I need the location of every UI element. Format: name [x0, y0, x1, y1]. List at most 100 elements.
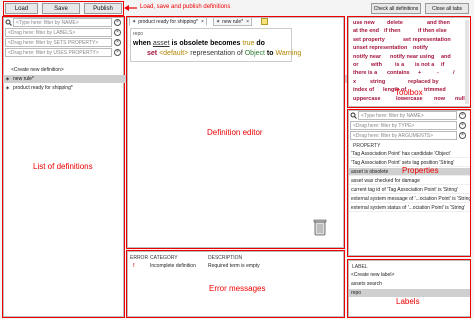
- clear-type-filter-icon[interactable]: ×: [459, 122, 466, 129]
- rule-set-line: set <default> representation of Object t…: [147, 50, 301, 57]
- toolbox-keyword[interactable]: x: [353, 79, 356, 85]
- toolbox-keyword[interactable]: contains: [387, 70, 410, 76]
- label-item[interactable]: repo: [349, 289, 470, 297]
- kw-set: set: [147, 50, 158, 57]
- close-tab-icon[interactable]: ×: [246, 19, 249, 25]
- property-name-filter[interactable]: <Type here: filter by NAME>: [358, 111, 457, 120]
- toolbox-keyword[interactable]: +: [418, 70, 421, 76]
- sets-property-filter[interactable]: <Drag here: filter by SETS PROPERTY>: [5, 38, 112, 47]
- definition-item-label: product ready for shipping*: [13, 85, 73, 91]
- close-all-tabs-button[interactable]: Close all tabs: [425, 3, 469, 14]
- toolbox-keyword[interactable]: notify near: [353, 54, 381, 60]
- toolbox-keyword[interactable]: unset representation: [353, 45, 407, 51]
- toolbox-keyword[interactable]: replaced by: [408, 79, 439, 85]
- properties-annotation: Properties: [402, 166, 439, 175]
- term-default[interactable]: <default>: [159, 50, 188, 57]
- clear-arguments-filter-icon[interactable]: ×: [459, 132, 466, 139]
- rule-icon: ✶: [5, 85, 11, 92]
- term-asset[interactable]: asset: [153, 40, 170, 47]
- toolbox-keyword[interactable]: string: [370, 79, 385, 85]
- toolbox-keyword[interactable]: /: [453, 70, 455, 76]
- labels-filter[interactable]: <Drag here: filter by LABELS>: [5, 28, 112, 37]
- kw-when: when: [133, 40, 151, 47]
- labels-annotation: Labels: [396, 297, 420, 306]
- toolbox-keyword[interactable]: if then: [384, 28, 401, 34]
- toolbox-keyword[interactable]: use new: [353, 20, 375, 26]
- error-category: Incomplete definition: [150, 263, 196, 269]
- property-item[interactable]: external system status of '...ociation P…: [349, 204, 470, 212]
- new-tab-icon[interactable]: [261, 18, 268, 25]
- toolbox-keyword[interactable]: notify near using: [390, 54, 434, 60]
- property-column-header[interactable]: PROPERTY: [353, 143, 380, 149]
- toolbox-keyword[interactable]: is a: [395, 62, 404, 68]
- label-column-header[interactable]: LABEL: [352, 264, 368, 270]
- rule-when-line: when asset is obsolete becomes true do: [133, 40, 265, 47]
- clear-property-name-filter-icon[interactable]: ×: [459, 112, 466, 119]
- tab-new-rule[interactable]: ✶ new rule* ×: [213, 17, 252, 26]
- close-tab-icon[interactable]: ×: [201, 19, 204, 25]
- term-representation-of[interactable]: representation of: [190, 50, 243, 57]
- toolbox-keyword[interactable]: at the end: [353, 28, 379, 34]
- toolbar-annotation: Load, save and publish definitions: [140, 4, 231, 10]
- tab-label: product ready for shipping*: [138, 18, 198, 25]
- uses-property-filter[interactable]: <Drag here: filter by USES PROPERTY>: [5, 48, 112, 57]
- kw-do: do: [256, 40, 265, 47]
- toolbox-keyword[interactable]: if then else: [418, 28, 447, 34]
- tab-label: new rule*: [222, 18, 244, 25]
- category-column-header[interactable]: CATEGORY: [150, 255, 178, 261]
- toolbox-keyword[interactable]: and then: [427, 20, 450, 26]
- label-item[interactable]: assets search: [349, 280, 470, 288]
- save-button[interactable]: Save: [42, 3, 80, 14]
- arrow-left-icon: [124, 5, 137, 11]
- kw-to: to: [266, 50, 274, 57]
- term-object[interactable]: Object: [245, 50, 265, 57]
- rule-icon: ✶: [5, 76, 11, 83]
- error-column-header[interactable]: ERROR: [130, 255, 148, 261]
- editor-annotation: Definition editor: [207, 128, 263, 137]
- toolbox-keyword[interactable]: null: [455, 96, 465, 102]
- toolbox-keyword[interactable]: with: [371, 62, 382, 68]
- property-item[interactable]: asset was checked for damage: [349, 177, 470, 185]
- error-description: Required term is empty: [208, 263, 260, 269]
- clear-sets-property-filter-icon[interactable]: ×: [114, 39, 121, 46]
- create-label-item[interactable]: <Create new label>: [349, 271, 470, 279]
- tab-product-ready[interactable]: ✶ product ready for shipping* ×: [129, 17, 207, 26]
- toolbox-keyword[interactable]: now: [434, 96, 445, 102]
- search-icon: [350, 112, 357, 119]
- load-button[interactable]: Load: [5, 3, 38, 14]
- toolbox-scrollbar[interactable]: [465, 20, 469, 104]
- error-row[interactable]: ! Incomplete definition Required term is…: [129, 262, 341, 270]
- toolbox-keyword[interactable]: or: [353, 62, 359, 68]
- clear-labels-filter-icon[interactable]: ×: [114, 29, 121, 36]
- toolbox-keyword[interactable]: set representation: [403, 37, 451, 43]
- property-item[interactable]: external system message of '...ociation …: [349, 195, 470, 203]
- value-true[interactable]: true: [242, 40, 254, 47]
- value-warning[interactable]: Warning: [275, 50, 301, 57]
- search-icon: [5, 19, 12, 26]
- toolbox-keyword[interactable]: index of: [353, 87, 374, 93]
- trash-icon[interactable]: [313, 218, 327, 236]
- toolbox-keyword[interactable]: trimmed: [424, 87, 446, 93]
- toolbox-annotation: Toolbox: [395, 88, 423, 97]
- toolbox-keyword[interactable]: notify: [413, 45, 428, 51]
- rule-icon: ✶: [216, 18, 221, 25]
- toolbox-keyword[interactable]: there is a: [353, 70, 377, 76]
- property-arguments-filter[interactable]: <Drag here: filter by ARGUMENTS>: [350, 131, 457, 140]
- toolbox-keyword[interactable]: delete: [387, 20, 403, 26]
- publish-button[interactable]: Publish: [84, 3, 122, 14]
- definition-name-filter[interactable]: <Type here: filter by NAME>: [13, 18, 112, 27]
- term-is-obsolete[interactable]: is obsolete: [172, 40, 209, 47]
- check-all-button[interactable]: Check all definitions: [371, 3, 421, 14]
- toolbox-keyword[interactable]: uppercase: [353, 96, 381, 102]
- toolbox-keyword[interactable]: set property: [353, 37, 385, 43]
- toolbox-keyword[interactable]: is not a: [415, 62, 434, 68]
- toolbox-keyword[interactable]: if: [441, 62, 444, 68]
- property-item[interactable]: 'Tag Association Point' has candidate 'O…: [349, 150, 470, 158]
- toolbox-keyword[interactable]: -: [437, 70, 439, 76]
- property-item[interactable]: current tag id of 'Tag Association Point…: [349, 186, 470, 194]
- property-type-filter[interactable]: <Drag here: filter by TYPE>: [350, 121, 457, 130]
- clear-uses-property-filter-icon[interactable]: ×: [114, 49, 121, 56]
- toolbox-keyword[interactable]: and: [441, 54, 451, 60]
- description-column-header[interactable]: DESCRIPTION: [208, 255, 242, 261]
- clear-name-filter-icon[interactable]: ×: [114, 19, 121, 26]
